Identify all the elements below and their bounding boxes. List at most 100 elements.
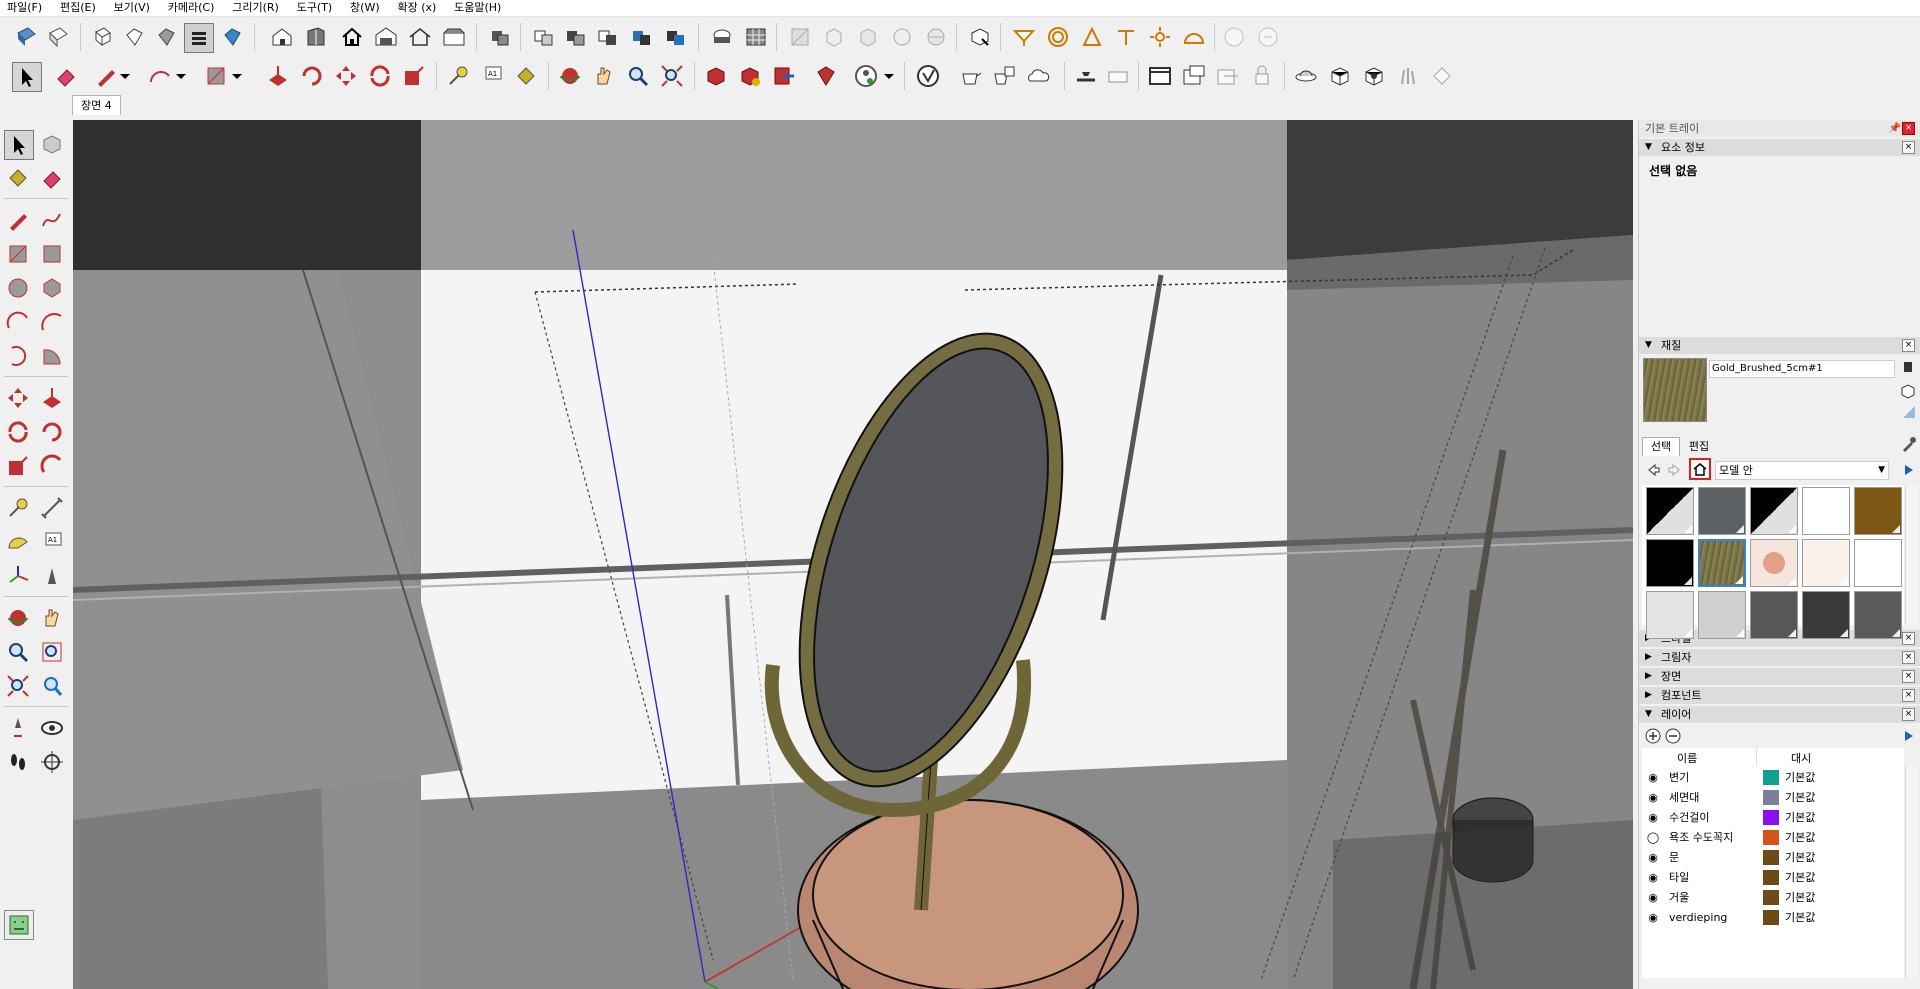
material-swatch[interactable] — [1854, 539, 1902, 587]
layer-dash[interactable]: 기본값 — [1785, 848, 1815, 867]
materials-header[interactable]: ▼ 재질 × — [1639, 337, 1920, 354]
solid-3-icon[interactable] — [888, 23, 916, 51]
layer-color-swatch[interactable] — [1763, 870, 1779, 885]
offset-icon[interactable] — [38, 452, 66, 480]
scale-icon[interactable] — [400, 62, 428, 90]
material-name-field[interactable]: Gold_Brushed_5cm#1 — [1709, 360, 1895, 378]
menu-draw[interactable]: 그리기(R) — [225, 0, 286, 16]
panel-close-icon[interactable]: × — [1902, 632, 1915, 645]
sandbox-status-icon[interactable] — [4, 910, 34, 940]
front-view-icon[interactable] — [152, 23, 180, 51]
material-swatch[interactable] — [1646, 539, 1694, 587]
push-pull-icon[interactable] — [38, 384, 66, 412]
garage-icon[interactable] — [440, 23, 468, 51]
material-swatch[interactable] — [1646, 487, 1694, 535]
dimension-icon[interactable] — [38, 494, 66, 522]
warehouse-3d-icon[interactable] — [966, 23, 994, 51]
rotate-icon[interactable] — [4, 418, 32, 446]
house-icon[interactable] — [268, 23, 296, 51]
pie-icon[interactable] — [38, 342, 66, 370]
house2-icon[interactable] — [302, 23, 330, 51]
pan-icon[interactable] — [38, 604, 66, 632]
file-open-icon[interactable] — [44, 23, 72, 51]
pan-icon[interactable] — [590, 62, 618, 90]
home-icon[interactable] — [338, 23, 366, 51]
file-new-icon[interactable] — [12, 23, 40, 51]
teapot-icon[interactable] — [956, 62, 984, 90]
dome-icon[interactable] — [1180, 23, 1208, 51]
panel-close-icon[interactable]: × — [1902, 689, 1915, 702]
select-tool-icon[interactable] — [12, 62, 42, 92]
panel-close-icon[interactable]: × — [1902, 651, 1915, 664]
layer-dash[interactable]: 기본값 — [1785, 768, 1815, 787]
eraser-icon[interactable] — [38, 164, 66, 192]
menu-help[interactable]: 도움말(H) — [447, 0, 508, 16]
two-point-arc-icon[interactable] — [38, 308, 66, 336]
layers-scrollbar[interactable] — [1905, 766, 1918, 978]
zoom-extents-icon[interactable] — [658, 62, 686, 90]
text-tool-icon[interactable]: A1 — [38, 528, 66, 556]
arc-icon[interactable] — [146, 62, 174, 90]
material-triangle-icon[interactable] — [1901, 404, 1917, 420]
solid-1-icon[interactable] — [820, 23, 848, 51]
three-point-arc-icon[interactable] — [4, 342, 32, 370]
menu-tools[interactable]: 도구(T) — [290, 0, 340, 16]
section-display-icon[interactable] — [562, 23, 590, 51]
paint-bucket-icon[interactable] — [4, 164, 32, 192]
box-dark-icon[interactable] — [1360, 62, 1388, 90]
layer-row[interactable]: ◉ 거울 기본값 — [1641, 888, 1906, 907]
polygon-icon[interactable] — [38, 274, 66, 302]
light-panel-icon[interactable] — [1104, 62, 1132, 90]
follow-me-icon[interactable] — [38, 418, 66, 446]
zoom-icon[interactable] — [624, 62, 652, 90]
rotate-icon[interactable] — [366, 62, 394, 90]
layer-color-swatch[interactable] — [1763, 850, 1779, 865]
tape-measure-icon[interactable] — [4, 494, 32, 522]
shadows-header[interactable]: ▶ 그림자 × — [1639, 649, 1920, 666]
box-icon[interactable] — [1326, 62, 1354, 90]
material-swatch[interactable] — [1802, 487, 1850, 535]
tab-select[interactable]: 선택 — [1642, 437, 1680, 456]
orbit-icon[interactable] — [4, 604, 32, 632]
layer-dash[interactable]: 기본값 — [1785, 888, 1815, 907]
panel-close-icon[interactable]: × — [1902, 670, 1915, 683]
pencil-dropdown-icon[interactable] — [118, 62, 132, 90]
forward-arrow-icon[interactable] — [1667, 462, 1683, 478]
tape-measure-icon[interactable] — [444, 62, 472, 90]
account-dropdown-icon[interactable] — [882, 62, 896, 90]
layer-color-swatch[interactable] — [1763, 790, 1779, 805]
panel-close-icon[interactable]: × — [1902, 339, 1915, 352]
layer-color-swatch[interactable] — [1763, 910, 1779, 925]
layer-dash[interactable]: 기본값 — [1785, 868, 1815, 887]
layers-col-dash[interactable]: 대시 — [1791, 750, 1811, 766]
layers-header[interactable]: ▼ 레이어 × — [1639, 706, 1920, 723]
camera-icon[interactable] — [1010, 23, 1038, 51]
layer-row[interactable]: ◉ 문 기본값 — [1641, 848, 1906, 867]
camera-triangle-icon[interactable] — [1078, 23, 1106, 51]
account-icon[interactable] — [852, 62, 880, 90]
tab-edit[interactable]: 편집 — [1681, 439, 1717, 455]
frame-buffer-icon[interactable] — [1146, 62, 1174, 90]
render-window-icon[interactable] — [1180, 62, 1208, 90]
eye-icon[interactable]: ◉ — [1645, 888, 1661, 907]
layer-row[interactable]: ◉ 변기 기본값 — [1641, 768, 1906, 787]
layer-icon[interactable] — [184, 23, 214, 53]
material-swatch[interactable] — [1750, 487, 1798, 535]
layer-color-swatch[interactable] — [1763, 890, 1779, 905]
top-view-icon[interactable] — [120, 23, 148, 51]
layer-color-swatch[interactable] — [1763, 830, 1779, 845]
material-swatch[interactable] — [1854, 591, 1902, 639]
warehouse-icon[interactable] — [372, 23, 400, 51]
layers-col-name[interactable]: 이름 — [1677, 750, 1697, 766]
arc-dropdown-icon[interactable] — [174, 62, 188, 90]
pencil-icon[interactable] — [4, 206, 32, 234]
section-cut-icon[interactable] — [628, 23, 656, 51]
axes-icon[interactable] — [4, 562, 32, 590]
current-material-swatch[interactable] — [1643, 358, 1707, 422]
library-select[interactable]: 모델 안 ▼ — [1715, 461, 1889, 480]
eye-icon[interactable]: ◉ — [1645, 808, 1661, 827]
tray-close-icon[interactable]: × — [1902, 122, 1915, 135]
layer-row[interactable]: ◯ 욕조 수도꼭지 기본값 — [1641, 828, 1906, 847]
extension-warehouse-icon[interactable] — [736, 62, 764, 90]
grass-icon[interactable] — [1394, 62, 1422, 90]
